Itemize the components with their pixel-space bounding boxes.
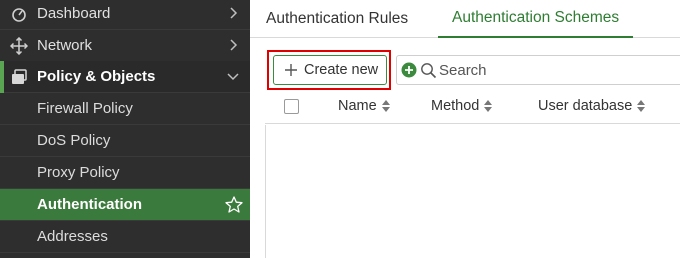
main-content: Authentication Rules Authentication Sche… [250, 0, 680, 258]
tab-label: Authentication Rules [266, 10, 409, 27]
active-section-accent [0, 61, 4, 93]
sidebar-item-proxy-policy[interactable]: Proxy Policy [0, 157, 250, 189]
sort-icon [483, 99, 493, 113]
create-new-button[interactable]: Create new [273, 55, 387, 85]
star-favorite-icon[interactable] [224, 195, 244, 215]
search-input[interactable] [439, 60, 679, 80]
plus-icon [283, 62, 299, 78]
network-move-icon [10, 37, 28, 55]
column-label: Name [338, 98, 377, 114]
sidebar-item-policy-objects[interactable]: Policy & Objects [0, 61, 250, 93]
chevron-right-icon [226, 6, 240, 20]
policy-objects-icon [10, 68, 28, 86]
dashboard-icon [10, 5, 28, 23]
sidebar-item-label: Firewall Policy [37, 100, 133, 117]
search-box[interactable] [396, 55, 680, 85]
table-body-empty [265, 125, 680, 258]
sidebar-item-authentication[interactable]: Authentication [0, 189, 250, 221]
tab-authentication-schemes[interactable]: Authentication Schemes [438, 0, 634, 38]
sidebar-item-label: Addresses [37, 228, 108, 245]
chevron-down-icon [226, 69, 240, 83]
tab-bar: Authentication Rules Authentication Sche… [250, 0, 680, 38]
toolbar: Create new [250, 38, 680, 96]
column-header-name[interactable]: Name [338, 98, 391, 114]
sidebar-item-firewall-policy[interactable]: Firewall Policy [0, 93, 250, 125]
sidebar-item-addresses[interactable]: Addresses [0, 221, 250, 253]
sidebar-item-dos-policy[interactable]: DoS Policy [0, 125, 250, 157]
add-filter-icon[interactable] [401, 62, 417, 78]
column-label: User database [538, 98, 633, 114]
column-header-user-database[interactable]: User database [538, 98, 646, 114]
sidebar-item-label: Network [37, 37, 93, 54]
sort-icon [636, 99, 646, 113]
sidebar-item-network[interactable]: Network [0, 30, 250, 62]
table-header: Name Method User database [265, 90, 680, 124]
sidebar-item-label: Dashboard [37, 5, 111, 22]
sidebar-item-label: Policy & Objects [37, 68, 156, 85]
search-icon [420, 62, 437, 79]
column-header-method[interactable]: Method [431, 98, 493, 114]
tab-label: Authentication Schemes [452, 9, 620, 26]
sidebar-item-label: DoS Policy [37, 132, 111, 149]
select-all-checkbox[interactable] [284, 99, 299, 114]
schemes-table: Name Method User database [265, 90, 680, 258]
tab-authentication-rules[interactable]: Authentication Rules [266, 0, 408, 38]
sort-icon [381, 99, 391, 113]
sidebar: Dashboard Network Policy & Objects Firew… [0, 0, 250, 258]
sidebar-item-label: Proxy Policy [37, 164, 120, 181]
sidebar-item-label: Authentication [37, 196, 142, 213]
column-label: Method [431, 98, 480, 114]
sidebar-item-dashboard[interactable]: Dashboard [0, 0, 250, 30]
create-new-label: Create new [304, 62, 379, 78]
chevron-right-icon [226, 38, 240, 52]
